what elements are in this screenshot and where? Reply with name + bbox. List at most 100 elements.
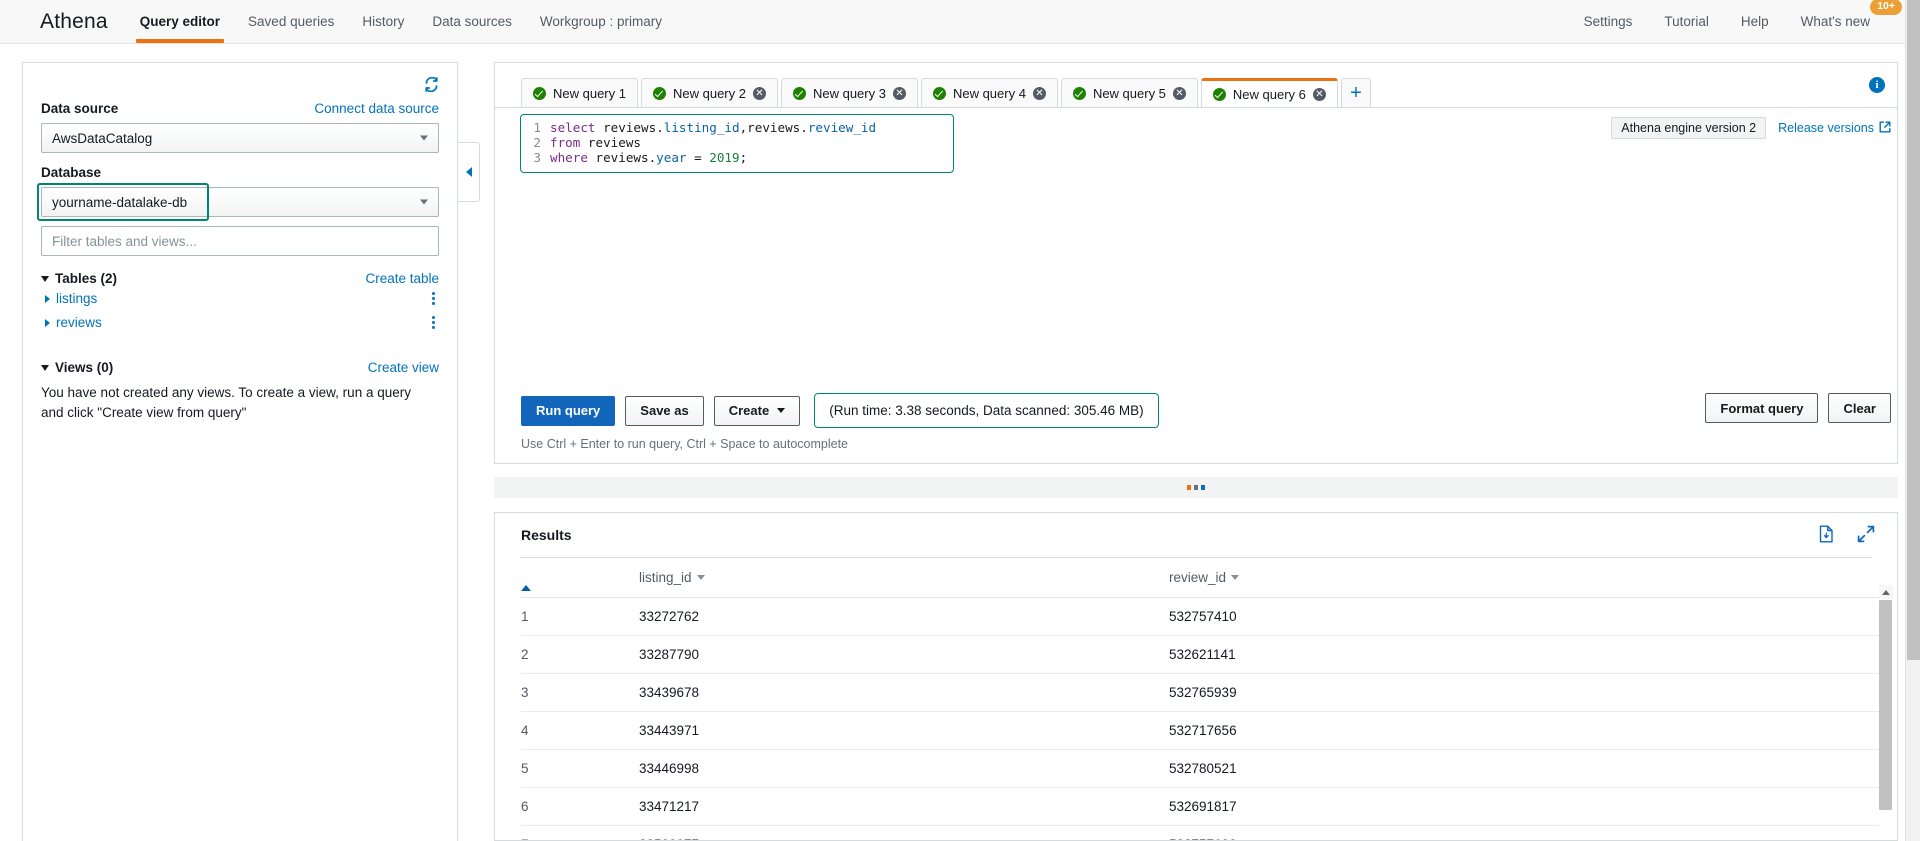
download-file-icon[interactable]	[1818, 525, 1835, 546]
column-header-listing-id[interactable]: listing_id	[639, 558, 1169, 599]
sql-code-block[interactable]: 1 select reviews.listing_id,reviews.revi…	[520, 114, 954, 173]
close-icon[interactable]: ✕	[1312, 88, 1326, 101]
cell-row-index: 3	[521, 673, 639, 713]
filter-tables-input[interactable]: Filter tables and views...	[41, 226, 439, 256]
table-list-item-reviews[interactable]: reviews	[41, 310, 439, 334]
results-vertical-scrollbar[interactable]	[1879, 585, 1893, 840]
query-tab-3-label: New query 3	[812, 86, 886, 101]
panel-resize-splitter[interactable]	[494, 476, 1898, 499]
column-header-row-index[interactable]	[521, 558, 639, 599]
column-header-listing-id-inner[interactable]: listing_id	[639, 570, 705, 585]
query-tab-2[interactable]: New query 2 ✕	[640, 78, 778, 108]
whats-new-badge: 10+	[1870, 0, 1902, 15]
cell-review-id: 532765939	[1169, 673, 1879, 713]
cell-listing-id: 33471217	[639, 787, 1169, 827]
release-versions-link[interactable]: Release versions	[1778, 121, 1891, 136]
query-tab-1[interactable]: New query 1	[521, 78, 638, 108]
results-header-icons	[1818, 525, 1875, 546]
table-name-listings[interactable]: listings	[56, 291, 97, 306]
code-line-3: 3 where reviews.year = 2019;	[525, 150, 945, 165]
add-query-tab-button[interactable]: +	[1340, 78, 1371, 108]
close-icon[interactable]: ✕	[892, 87, 906, 100]
nav-link-history[interactable]: History	[348, 0, 418, 43]
results-panel: Results listing_id review_id 1 33272762 …	[494, 512, 1898, 841]
top-navigation-bar: Athena Query editor Saved queries Histor…	[0, 0, 1920, 44]
create-table-link[interactable]: Create table	[365, 271, 439, 286]
query-tab-6[interactable]: New query 6 ✕	[1200, 78, 1338, 108]
table-item-left: listings	[45, 291, 97, 306]
cell-review-id: 532757600	[1169, 825, 1879, 841]
clear-button[interactable]: Clear	[1828, 393, 1891, 423]
sidebar-collapse-handle[interactable]	[458, 142, 480, 202]
run-query-button[interactable]: Run query	[521, 395, 616, 426]
cell-review-id: 532780521	[1169, 749, 1879, 789]
expand-icon[interactable]	[1857, 525, 1875, 546]
table-name-reviews[interactable]: reviews	[56, 315, 102, 330]
table-row[interactable]: 1 33272762 532757410	[521, 597, 1879, 637]
cell-row-index: 5	[521, 749, 639, 789]
nav-link-whats-new[interactable]: What's new 10+	[1785, 0, 1902, 43]
tables-section-title: Tables (2)	[55, 271, 118, 286]
tables-section-title-wrap[interactable]: Tables (2)	[41, 271, 117, 286]
table-row[interactable]: 7 33509977 532757600	[521, 825, 1879, 841]
caret-down-icon	[41, 275, 49, 282]
data-source-label: Data source	[41, 101, 119, 116]
caret-down-icon	[41, 364, 49, 371]
caret-right-icon[interactable]	[45, 294, 50, 303]
table-row[interactable]: 4 33443971 532717656	[521, 711, 1879, 751]
query-tab-4[interactable]: New query 4 ✕	[920, 78, 1058, 108]
close-icon[interactable]: ✕	[1172, 87, 1186, 100]
kebab-menu-icon[interactable]	[428, 314, 439, 331]
query-tab-3[interactable]: New query 3 ✕	[780, 78, 918, 108]
refresh-icon[interactable]	[424, 76, 439, 97]
table-row[interactable]: 5 33446998 532780521	[521, 749, 1879, 789]
query-tab-5[interactable]: New query 5 ✕	[1060, 78, 1198, 108]
close-icon[interactable]: ✕	[752, 87, 766, 100]
create-view-link[interactable]: Create view	[368, 360, 439, 375]
line-number: 3	[533, 150, 541, 165]
main-nav-links: Query editor Saved queries History Data …	[126, 0, 676, 43]
table-row[interactable]: 6 33471217 532691817	[521, 787, 1879, 827]
scrollbar-up-arrow[interactable]	[1879, 585, 1893, 600]
page-vertical-scrollbar[interactable]	[1905, 0, 1920, 841]
code-line-2-content: from reviews	[550, 135, 641, 150]
database-select[interactable]: yourname-datalake-db	[41, 187, 439, 217]
scrollbar-thumb[interactable]	[1879, 600, 1892, 811]
table-row[interactable]: 3 33439678 532765939	[521, 673, 1879, 713]
code-line-3-content: where reviews.year = 2019;	[550, 150, 748, 165]
views-section-header: Views (0) Create view	[41, 360, 439, 375]
nav-link-help[interactable]: Help	[1725, 0, 1785, 43]
sql-editor-area[interactable]: 1 select reviews.listing_id,reviews.revi…	[495, 107, 1897, 379]
page-scrollbar-thumb[interactable]	[1907, 0, 1920, 660]
cell-row-index: 4	[521, 711, 639, 751]
page-body: Data source Connect data source AwsDataC…	[0, 44, 1920, 841]
create-dropdown-button[interactable]: Create	[713, 395, 801, 426]
column-header-review-id-inner[interactable]: review_id	[1169, 570, 1240, 585]
cell-review-id: 532717656	[1169, 711, 1879, 751]
close-icon[interactable]: ✕	[1032, 87, 1046, 100]
table-row[interactable]: 2 33287790 532621141	[521, 635, 1879, 675]
query-tab-2-label: New query 2	[672, 86, 746, 101]
nav-link-settings[interactable]: Settings	[1568, 0, 1649, 43]
nav-link-tutorial[interactable]: Tutorial	[1648, 0, 1725, 43]
nav-link-query-editor[interactable]: Query editor	[126, 0, 234, 43]
kebab-menu-icon[interactable]	[428, 290, 439, 307]
format-query-button[interactable]: Format query	[1705, 393, 1819, 423]
data-source-select[interactable]: AwsDataCatalog	[41, 123, 439, 153]
views-section-title-wrap[interactable]: Views (0)	[41, 360, 113, 375]
save-as-button[interactable]: Save as	[625, 395, 704, 426]
connect-data-source-link[interactable]: Connect data source	[314, 101, 439, 116]
database-label: Database	[41, 165, 102, 180]
nav-link-workgroup[interactable]: Workgroup : primary	[526, 0, 676, 43]
line-number: 2	[533, 135, 541, 150]
query-tab-1-label: New query 1	[553, 86, 626, 101]
nav-link-saved-queries[interactable]: Saved queries	[234, 0, 348, 43]
caret-right-icon[interactable]	[45, 318, 50, 327]
column-header-review-id[interactable]: review_id	[1169, 558, 1879, 599]
nav-link-data-sources[interactable]: Data sources	[418, 0, 526, 43]
results-header-row: listing_id review_id	[521, 558, 1879, 599]
query-tab-5-label: New query 5	[1092, 86, 1166, 101]
info-icon[interactable]: i	[1869, 77, 1885, 93]
table-list-item-listings[interactable]: listings	[41, 286, 439, 310]
main-content-column: i New query 1 New query 2 ✕ New query 3 …	[494, 62, 1898, 841]
